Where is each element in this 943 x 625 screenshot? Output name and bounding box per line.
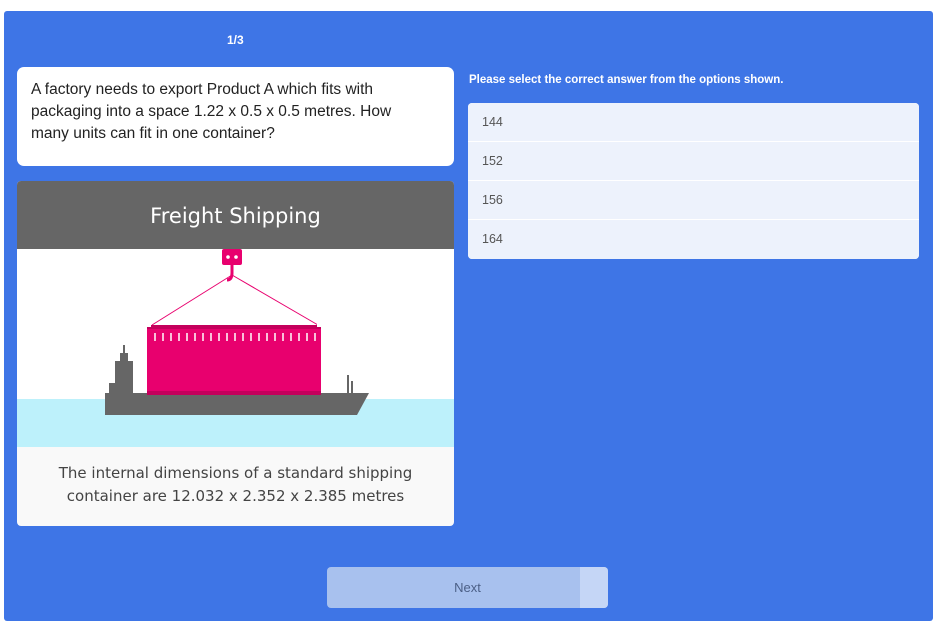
answer-options: 144 152 156 164: [468, 103, 919, 259]
question-line: A factory needs to export Product A whic…: [31, 81, 374, 98]
next-button-edge: [580, 567, 608, 608]
answer-option[interactable]: 152: [468, 142, 919, 181]
caption-line: container are 12.032 x 2.352 x 2.385 met…: [66, 487, 405, 505]
illustration-caption: The internal dimensions of a standard sh…: [17, 462, 454, 508]
question-card: A factory needs to export Product A whic…: [17, 67, 454, 166]
question-line: many units can fit in one container?: [31, 125, 275, 142]
progress-indicator: 1/3: [227, 33, 244, 47]
illustration-card: Freight Shipping The internal dimensions…: [17, 181, 454, 526]
answer-option[interactable]: 164: [468, 220, 919, 259]
answer-instruction: Please select the correct answer from th…: [469, 74, 784, 86]
illustration-title: Freight Shipping: [17, 181, 454, 249]
freight-illustration: [17, 249, 454, 447]
answer-option[interactable]: 144: [468, 103, 919, 142]
question-text: A factory needs to export Product A whic…: [31, 79, 440, 145]
next-button-label: Next: [454, 580, 481, 595]
question-line: packaging into a space 1.22 x 0.5 x 0.5 …: [31, 103, 392, 120]
shipping-container-icon: [147, 323, 321, 395]
caption-line: The internal dimensions of a standard sh…: [58, 464, 413, 482]
answer-option[interactable]: 156: [468, 181, 919, 220]
next-button[interactable]: Next: [327, 567, 608, 608]
